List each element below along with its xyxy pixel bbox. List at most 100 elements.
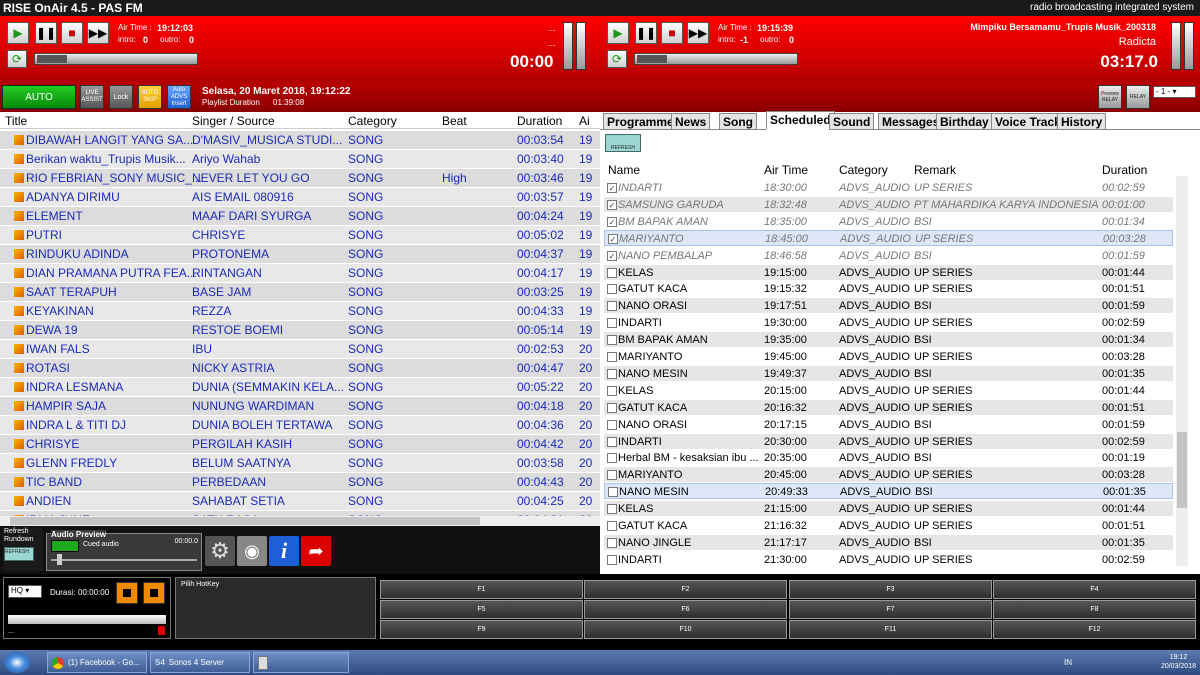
table-row[interactable]: ✓ SAMSUNG GARUDA 18:32:48 ADVS_AUDIO PT MAHA… bbox=[604, 195, 1173, 212]
row-checkbox[interactable] bbox=[607, 436, 617, 447]
clock[interactable]: 19:12 20/03/2018 bbox=[1161, 653, 1196, 671]
table-row[interactable]: Berikan waktu_Trupis Musik... Ariyo Wahab… bbox=[0, 150, 600, 169]
table-row[interactable]: INDARTI 20:30:00 ADVS_AUDIO UP SERIES 00:02:… bbox=[604, 432, 1173, 449]
row-checkbox[interactable] bbox=[607, 419, 617, 430]
hotkey-progress[interactable] bbox=[8, 615, 166, 624]
table-row[interactable]: NANO ORASI 20:17:15 ADVS_AUDIO BSI 00:01:59 bbox=[604, 415, 1173, 432]
table-row[interactable]: ✓ MARIYANTO 18:45:00 ADVS_AUDIO UP SERIES 00:… bbox=[604, 229, 1173, 246]
table-row[interactable]: NANO JINGLE 21:17:17 ADVS_AUDIO BSI 00:01:35 bbox=[604, 533, 1173, 550]
hotkey-f12[interactable]: F12 bbox=[993, 620, 1196, 639]
tab-programme[interactable]: Programme bbox=[603, 113, 678, 130]
scroll-thumb[interactable] bbox=[10, 517, 480, 525]
table-row[interactable]: DEWA 19 RESTOE BOEMI SONG 00:05:14 19 bbox=[0, 321, 600, 340]
table-row[interactable]: ADANYA DIRIMU AIS EMAIL 080916 SONG 00:03:5… bbox=[0, 188, 600, 207]
table-row[interactable]: ✓ BM BAPAK AMAN 18:35:00 ADVS_AUDIO BSI 00:01… bbox=[604, 212, 1173, 229]
tab-voice-track[interactable]: Voice Track bbox=[991, 113, 1065, 130]
table-row[interactable]: INDARTI 19:30:00 ADVS_AUDIO UP SERIES 00:02:… bbox=[604, 314, 1173, 330]
table-row[interactable]: BM BAPAK AMAN 19:35:00 ADVS_AUDIO BSI 00:01:… bbox=[604, 331, 1173, 348]
table-row[interactable]: ROTASI NICKY ASTRIA SONG 00:04:47 20 bbox=[0, 359, 600, 378]
hotkey-f7[interactable]: F7 bbox=[789, 600, 992, 619]
row-checkbox[interactable] bbox=[607, 402, 617, 413]
row-checkbox[interactable] bbox=[607, 368, 617, 379]
table-row[interactable]: GATUT KACA 21:16:32 ADVS_AUDIO UP SERIES 00:… bbox=[604, 517, 1173, 533]
scheduled-refresh-button[interactable]: REFRESH bbox=[605, 134, 641, 152]
play-button[interactable]: ▶ bbox=[607, 22, 629, 44]
scroll-thumb[interactable] bbox=[1177, 432, 1187, 508]
table-row[interactable]: RIO FEBRIAN_SONY MUSIC_... NEVER LET YOU … bbox=[0, 169, 600, 188]
start-button[interactable] bbox=[4, 652, 30, 673]
seek-thumb[interactable] bbox=[637, 55, 667, 63]
col-category[interactable]: Category bbox=[839, 163, 888, 177]
horizontal-scrollbar[interactable] bbox=[0, 516, 600, 526]
tab-sound[interactable]: Sound bbox=[829, 113, 875, 130]
row-checkbox[interactable]: ✓ bbox=[608, 233, 618, 244]
info-button[interactable]: i bbox=[269, 536, 299, 566]
col-duration[interactable]: Duration bbox=[1102, 163, 1147, 177]
row-checkbox[interactable]: ✓ bbox=[607, 183, 617, 193]
table-row[interactable]: HAMPIR SAJA NUNUNG WARDIMAN SONG 00:04:18 20 bbox=[0, 397, 600, 416]
table-row[interactable]: NANO MESIN 20:49:33 ADVS_AUDIO BSI 00:01:35 bbox=[604, 483, 1173, 500]
table-row[interactable]: SAAT TERAPUH BASE JAM SONG 00:03:25 19 bbox=[0, 283, 600, 302]
settings-button[interactable]: ⚙ bbox=[205, 536, 235, 566]
table-row[interactable]: NANO ORASI 19:17:51 ADVS_AUDIO BSI 00:01:59 bbox=[604, 297, 1173, 314]
table-row[interactable]: DIBAWAH LANGIT YANG SA... D'MASIV_MUSICA … bbox=[0, 131, 600, 150]
table-row[interactable]: Herbal BM - kesaksian ibu ... 20:35:00 ADV… bbox=[604, 449, 1173, 465]
preview-slider[interactable] bbox=[51, 559, 197, 561]
preview-play-button[interactable] bbox=[51, 540, 79, 552]
table-row[interactable]: GLENN FREDLY BELUM SAATNYA SONG 00:03:58 20 bbox=[0, 454, 600, 473]
col-air-time[interactable]: Air Time bbox=[764, 163, 808, 177]
hotkey-f8[interactable]: F8 bbox=[993, 600, 1196, 619]
table-row[interactable]: INDRA L & TITI DJ DUNIA BOLEH TERTAWA SONG… bbox=[0, 416, 600, 435]
col-beat[interactable]: Beat bbox=[442, 114, 467, 128]
col-title[interactable]: Title bbox=[5, 114, 27, 128]
refresh-button[interactable]: ⟳ bbox=[7, 50, 27, 68]
table-row[interactable]: GATUT KACA 19:15:32 ADVS_AUDIO UP SERIES 00:… bbox=[604, 280, 1173, 296]
row-checkbox[interactable] bbox=[607, 301, 617, 312]
table-row[interactable]: KELAS 19:15:00 ADVS_AUDIO UP SERIES 00:01:44 bbox=[604, 263, 1173, 280]
row-checkbox[interactable] bbox=[607, 352, 617, 362]
tab-messages[interactable]: Messages bbox=[878, 113, 944, 130]
vertical-scrollbar[interactable] bbox=[1176, 176, 1188, 566]
row-checkbox[interactable] bbox=[607, 267, 617, 278]
tab-song[interactable]: Song bbox=[719, 113, 757, 130]
col-duration[interactable]: Duration bbox=[517, 114, 562, 128]
quality-select[interactable]: HQ ▾ bbox=[8, 585, 42, 598]
hotkey-f1[interactable]: F1 bbox=[380, 580, 583, 599]
table-row[interactable]: KEYAKINAN REZZA SONG 00:04:33 19 bbox=[0, 302, 600, 321]
stop-button[interactable]: ■ bbox=[661, 22, 683, 44]
table-row[interactable]: PUTRI CHRISYE SONG 00:05:02 19 bbox=[0, 226, 600, 245]
seek-bar[interactable] bbox=[634, 53, 798, 65]
row-checkbox[interactable]: ✓ bbox=[607, 216, 617, 227]
col-name[interactable]: Name bbox=[608, 163, 640, 177]
table-row[interactable]: NANO MESIN 19:49:37 ADVS_AUDIO BSI 00:01:35 bbox=[604, 364, 1173, 381]
table-row[interactable]: GATUT KACA 20:16:32 ADVS_AUDIO UP SERIES 00:… bbox=[604, 398, 1173, 415]
table-row[interactable]: KELAS 20:15:00 ADVS_AUDIO UP SERIES 00:01:44 bbox=[604, 381, 1173, 398]
row-checkbox[interactable] bbox=[607, 521, 617, 531]
hotkey-f9[interactable]: F9 bbox=[380, 620, 583, 639]
task-app[interactable] bbox=[253, 652, 349, 673]
row-checkbox[interactable] bbox=[607, 537, 617, 548]
tab-scheduled[interactable]: Scheduled bbox=[766, 111, 835, 130]
cue-out-button[interactable] bbox=[143, 582, 165, 604]
pause-button[interactable]: ❚❚ bbox=[635, 22, 657, 44]
pause-button[interactable]: ❚❚ bbox=[35, 22, 57, 44]
live-assist-button[interactable]: LIVE ASSIST bbox=[80, 85, 104, 109]
row-checkbox[interactable] bbox=[607, 453, 617, 464]
auto-button[interactable]: AUTO bbox=[2, 85, 76, 109]
hotkey-f3[interactable]: F3 bbox=[789, 580, 992, 599]
tab-news[interactable]: News bbox=[671, 113, 711, 130]
table-row[interactable]: INDRA LESMANA DUNIA (SEMMAKIN KELA... SONG… bbox=[0, 378, 600, 397]
task-facebook[interactable]: (1) Facebook - Go... bbox=[47, 652, 147, 673]
table-row[interactable]: ✓ INDARTI 18:30:00 ADVS_AUDIO UP SERIES 00:02… bbox=[604, 179, 1173, 195]
refresh-rundown[interactable]: Refresh Rundown REFRESH bbox=[3, 527, 43, 571]
hotkey-f6[interactable]: F6 bbox=[584, 600, 787, 619]
table-row[interactable]: TIC BAND PERBEDAAN SONG 00:04:43 20 bbox=[0, 473, 600, 492]
exit-button[interactable]: ➦ bbox=[301, 536, 331, 566]
col-air[interactable]: Ai bbox=[579, 114, 590, 128]
preview-slider-knob[interactable] bbox=[57, 554, 62, 565]
row-checkbox[interactable] bbox=[607, 470, 617, 481]
seek-bar[interactable] bbox=[34, 53, 198, 65]
col-category[interactable]: Category bbox=[348, 114, 397, 128]
row-checkbox[interactable]: ✓ bbox=[607, 199, 617, 210]
stop-button[interactable]: ■ bbox=[61, 22, 83, 44]
